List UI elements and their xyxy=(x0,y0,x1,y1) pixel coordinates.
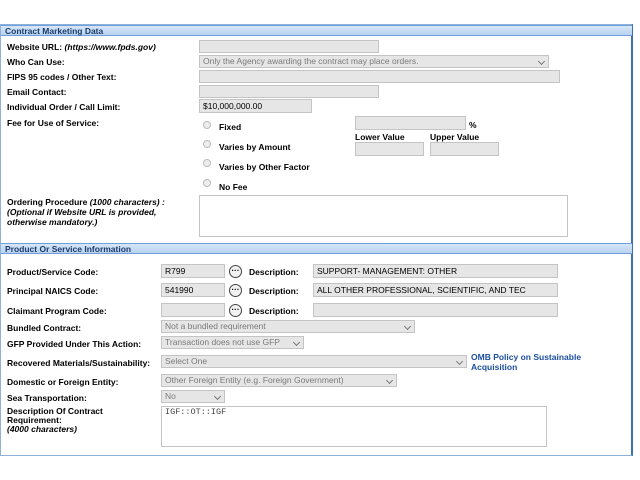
fee-varies-amount-label: Varies by Amount xyxy=(219,142,291,152)
naics-lookup-button[interactable]: ··· xyxy=(229,284,242,297)
product-service-header: Product Or Service Information xyxy=(1,243,632,254)
order-limit-label: Individual Order / Call Limit: xyxy=(7,102,121,112)
fee-fixed-label: Fixed xyxy=(219,122,242,132)
who-can-use-select[interactable]: Only the Agency awarding the contract ma… xyxy=(199,55,549,68)
recovered-label: Recovered Materials/Sustainability: xyxy=(7,358,151,368)
email-contact-label: Email Contact: xyxy=(7,87,67,97)
bundled-label: Bundled Contract: xyxy=(7,323,82,333)
domestic-label: Domestic or Foreign Entity: xyxy=(7,377,119,387)
ordering-procedure-textarea[interactable] xyxy=(199,195,568,237)
gfp-select[interactable]: Transaction does not use GFP xyxy=(161,336,304,349)
domestic-select[interactable]: Other Foreign Entity (e.g. Foreign Gover… xyxy=(161,374,397,387)
sea-transport-select[interactable]: No xyxy=(161,390,225,403)
recovered-select[interactable]: Select One xyxy=(161,355,467,368)
psc-description-label: Description: xyxy=(249,267,299,277)
ordering-hint-line2: otherwise mandatory.) xyxy=(7,217,98,227)
who-can-use-label: Who Can Use: xyxy=(7,57,65,67)
website-url-label: Website URL: (https://www.fpds.gov) xyxy=(7,42,156,52)
percent-sign: % xyxy=(469,120,477,130)
naics-description-field: ALL OTHER PROFESSIONAL, SCIENTIFIC, AND … xyxy=(313,283,558,297)
fee-label: Fee for Use of Service: xyxy=(7,118,100,128)
contract-marketing-header: Contract Marketing Data xyxy=(1,25,632,36)
fee-varies-factor-label: Varies by Other Factor xyxy=(219,162,310,172)
claimant-lookup-button[interactable]: ··· xyxy=(229,304,242,317)
ordering-procedure-label: Ordering Procedure (1000 characters) : xyxy=(7,197,165,207)
upper-value-label: Upper Value xyxy=(430,132,480,142)
sea-transport-label: Sea Transportation: xyxy=(7,393,87,403)
fee-percent-input[interactable] xyxy=(355,116,466,130)
order-limit-input[interactable]: $10,000,000.00 xyxy=(199,99,312,113)
gfp-label: GFP Provided Under This Action: xyxy=(7,339,142,349)
psc-label: Product/Service Code: xyxy=(7,267,99,277)
claimant-label: Claimant Program Code: xyxy=(7,306,107,316)
fee-varies-factor-radio[interactable] xyxy=(203,159,211,167)
psc-description-field: SUPPORT- MANAGEMENT: OTHER xyxy=(313,264,558,278)
fips-input[interactable] xyxy=(199,70,560,83)
omb-policy-link[interactable]: OMB Policy on Sustainable Acquisition xyxy=(471,352,581,372)
fee-varies-amount-radio[interactable] xyxy=(203,140,211,148)
naics-label: Principal NAICS Code: xyxy=(7,286,99,296)
website-url-input[interactable] xyxy=(199,40,379,53)
claimant-input[interactable] xyxy=(161,303,225,317)
psc-input[interactable]: R799 xyxy=(161,264,225,278)
fee-fixed-radio[interactable] xyxy=(203,121,211,129)
fips-label: FIPS 95 codes / Other Text: xyxy=(7,72,117,82)
naics-description-label: Description: xyxy=(249,286,299,296)
lower-value-label: Lower Value xyxy=(355,132,405,142)
requirement-textarea[interactable]: IGF::OT::IGF xyxy=(161,406,547,447)
claimant-description-field xyxy=(313,303,558,317)
psc-lookup-button[interactable]: ··· xyxy=(229,265,242,278)
fee-no-fee-label: No Fee xyxy=(219,182,248,192)
fee-no-fee-radio[interactable] xyxy=(203,179,211,187)
ordering-hint-line1: (Optional if Website URL is provided, xyxy=(7,207,157,217)
lower-value-input[interactable] xyxy=(355,142,424,156)
upper-value-input[interactable] xyxy=(430,142,499,156)
requirement-label-line3: (4000 characters) xyxy=(7,424,77,434)
claimant-description-label: Description: xyxy=(249,306,299,316)
email-contact-input[interactable] xyxy=(199,85,379,98)
bundled-select[interactable]: Not a bundled requirement xyxy=(161,320,415,333)
naics-input[interactable]: 541990 xyxy=(161,283,225,297)
